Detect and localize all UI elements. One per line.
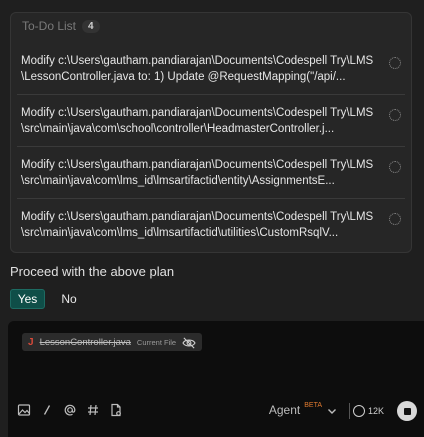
todo-item-text: Modify c:\Users\gautham.pandiarajan\Docu… <box>21 159 374 187</box>
pending-status-icon <box>389 57 401 69</box>
composer-toolbar <box>17 401 123 419</box>
hash-icon[interactable] <box>86 403 100 417</box>
stop-button[interactable] <box>397 401 417 421</box>
yes-button[interactable]: Yes <box>10 289 45 309</box>
pending-status-icon <box>389 161 401 173</box>
file-chip-tag: Current File <box>136 337 177 347</box>
beta-badge: BETA <box>304 401 322 409</box>
todo-panel: To-Do List 4 Modify c:\Users\gautham.pan… <box>10 12 412 253</box>
todo-item[interactable]: Modify c:\Users\gautham.pandiarajan\Docu… <box>17 95 405 147</box>
image-icon[interactable] <box>17 403 31 417</box>
todo-item[interactable]: Modify c:\Users\gautham.pandiarajan\Docu… <box>17 199 405 251</box>
pending-status-icon <box>389 109 401 121</box>
todo-count-badge: 4 <box>82 19 100 33</box>
plan-prompt-question: Proceed with the above plan <box>10 264 175 279</box>
no-button[interactable]: No <box>56 289 82 309</box>
token-usage: 12K <box>352 403 384 419</box>
chat-composer[interactable]: J LessonController.java Current File Age… <box>8 321 424 437</box>
pending-status-icon <box>389 213 401 225</box>
token-count: 12K <box>367 406 384 416</box>
agent-mode-selector[interactable]: Agent BETA <box>269 401 338 419</box>
todo-item-text: Modify c:\Users\gautham.pandiarajan\Docu… <box>21 107 374 135</box>
todo-list: Modify c:\Users\gautham.pandiarajan\Docu… <box>11 43 411 251</box>
current-file-chip[interactable]: J LessonController.java Current File <box>22 333 203 351</box>
stop-icon <box>403 407 411 415</box>
todo-header: To-Do List 4 <box>22 18 100 34</box>
token-ring-icon <box>352 405 365 417</box>
todo-item-text: Modify c:\Users\gautham.pandiarajan\Docu… <box>21 211 374 239</box>
todo-title: To-Do List <box>22 19 77 33</box>
document-icon[interactable] <box>109 403 123 417</box>
file-chip-name: LessonController.java <box>39 336 131 348</box>
todo-item[interactable]: Modify c:\Users\gautham.pandiarajan\Docu… <box>17 147 405 199</box>
slash-icon[interactable] <box>40 403 54 417</box>
at-icon[interactable] <box>63 403 77 417</box>
toolbar-divider <box>349 403 350 419</box>
chevron-down-icon <box>326 404 338 416</box>
java-file-icon: J <box>28 336 34 348</box>
todo-item[interactable]: Modify c:\Users\gautham.pandiarajan\Docu… <box>17 43 405 95</box>
todo-item-text: Modify c:\Users\gautham.pandiarajan\Docu… <box>21 55 374 83</box>
agent-label: Agent <box>268 403 301 417</box>
eye-off-icon[interactable] <box>182 336 196 349</box>
